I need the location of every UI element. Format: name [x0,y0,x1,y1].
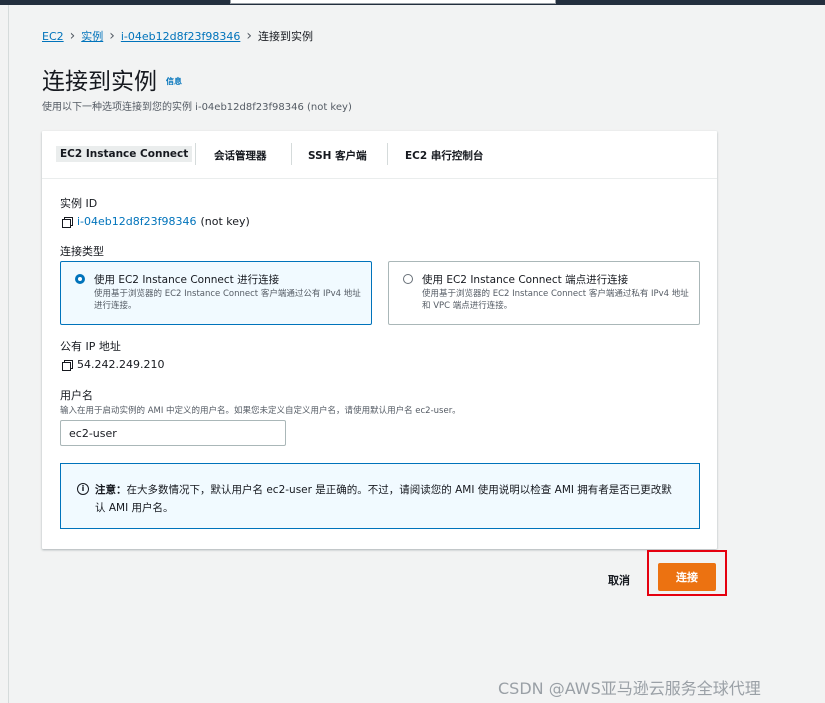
public-ip-label: 公有 IP 地址 [60,340,121,353]
info-link[interactable]: 信息 [166,76,182,87]
page-title: 连接到实例 [42,69,157,95]
tab-ssh-client[interactable]: SSH 客户端 [304,146,371,165]
username-hint: 输入在用于启动实例的 AMI 中定义的用户名。如果您未定义自定义用户名，请使用默… [60,406,461,416]
chevron-right-icon: › [246,27,252,44]
instance-id-row: i-04eb12d8f23f98346 (not key) [62,215,250,228]
breadcrumb-ec2[interactable]: EC2 [42,30,64,43]
radio-selected-icon[interactable] [75,274,85,284]
instance-id-link[interactable]: i-04eb12d8f23f98346 [77,215,197,228]
username-label: 用户名 [60,389,93,402]
breadcrumb-current: 连接到实例 [257,30,313,43]
tab-divider [291,143,292,165]
tab-serial-console[interactable]: EC2 串行控制台 [401,146,487,165]
copy-icon[interactable] [62,359,73,371]
chevron-right-icon: › [109,27,115,44]
option-title: 使用 EC2 Instance Connect 端点进行连接 [422,274,629,286]
instance-name: (not key) [200,215,250,228]
breadcrumb-instance-id[interactable]: i-04eb12d8f23f98346 [121,30,241,43]
connection-option-public-ip[interactable]: 使用 EC2 Instance Connect 进行连接 使用基于浏览器的 EC… [60,261,372,325]
connection-option-endpoint[interactable]: 使用 EC2 Instance Connect 端点进行连接 使用基于浏览器的 … [388,261,700,325]
cancel-button[interactable]: 取消 [600,568,638,592]
top-navigation-bar [0,0,825,5]
radio-unselected-icon[interactable] [403,274,413,284]
breadcrumb-instances[interactable]: 实例 [81,28,103,44]
chevron-right-icon: › [69,27,76,44]
public-ip-row: 54.242.249.210 [62,358,164,371]
instance-id-label: 实例 ID [60,197,98,210]
tab-session-manager[interactable]: 会话管理器 [210,146,271,165]
option-title: 使用 EC2 Instance Connect 进行连接 [94,274,280,286]
breadcrumb: EC2 › 实例 › i-04eb12d8f23f98346 › 连接到实例 [42,28,313,44]
public-ip-value: 54.242.249.210 [77,358,165,371]
tab-divider [195,143,196,165]
watermark: CSDN @AWS亚马逊云服务全球代理 [498,679,761,698]
alert-body: 在大多数情况下，默认用户名 ec2-user 是正确的。不过，请阅读您的 AMI… [95,484,672,514]
tab-bar: EC2 Instance Connect 会话管理器 SSH 客户端 EC2 串… [42,131,717,179]
copy-icon[interactable] [62,216,73,228]
tab-ec2-instance-connect[interactable]: EC2 Instance Connect [56,146,193,162]
connect-panel: EC2 Instance Connect 会话管理器 SSH 客户端 EC2 串… [42,131,717,549]
alert-message: 注意：在大多数情况下，默认用户名 ec2-user 是正确的。不过，请阅读您的 … [95,481,680,517]
tab-divider [387,143,388,165]
username-input[interactable] [60,420,286,446]
info-alert: i 注意：在大多数情况下，默认用户名 ec2-user 是正确的。不过，请阅读您… [60,463,700,529]
option-description: 使用基于浏览器的 EC2 Instance Connect 客户端通过公有 IP… [94,289,361,311]
connect-button[interactable]: 连接 [658,563,716,591]
alert-strong: 注意： [95,484,127,496]
side-divider [8,5,9,703]
connection-type-label: 连接类型 [60,245,104,258]
page-subtitle: 使用以下一种选项连接到您的实例 i-04eb12d8f23f98346 (not… [42,102,352,113]
top-search-field[interactable] [230,0,556,4]
info-icon: i [77,483,89,495]
option-description: 使用基于浏览器的 EC2 Instance Connect 客户端通过私有 IP… [422,289,689,311]
